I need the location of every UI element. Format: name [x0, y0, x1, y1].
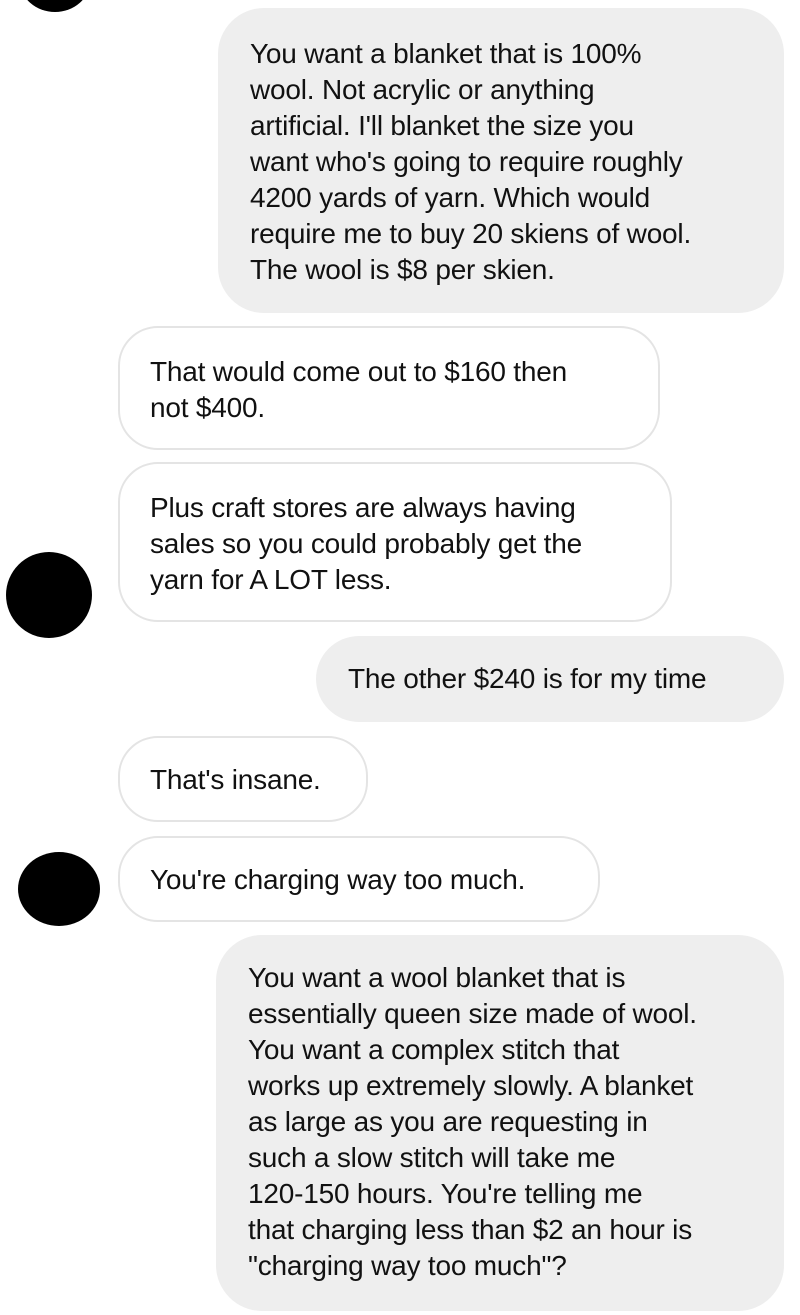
message-line: as large as you are requesting in	[248, 1106, 648, 1137]
message-line: "charging way too much"?	[248, 1250, 567, 1281]
message-line: yarn for A LOT less.	[150, 564, 392, 595]
message-line: You want a blanket that is 100%	[250, 38, 642, 69]
avatar-redacted-top	[20, 0, 90, 12]
message-incoming[interactable]: That's insane.	[118, 736, 368, 822]
message-line: essentially queen size made of wool.	[248, 998, 697, 1029]
message-line: That's insane.	[150, 764, 321, 795]
message-incoming[interactable]: You're charging way too much.	[118, 836, 600, 922]
message-line: that charging less than $2 an hour is	[248, 1214, 693, 1245]
message-line: require me to buy 20 skiens of wool.	[250, 218, 692, 249]
message-incoming[interactable]: Plus craft stores are always having sale…	[118, 462, 672, 622]
message-line: The wool is $8 per skien.	[250, 254, 555, 285]
message-line: not $400.	[150, 392, 265, 423]
message-outgoing[interactable]: You want a wool blanket that is essentia…	[216, 935, 784, 1311]
message-line: works up extremely slowly. A blanket	[248, 1070, 694, 1101]
avatar-redacted-bottom	[18, 852, 100, 926]
message-line: sales so you could probably get the	[150, 528, 582, 559]
message-line: wool. Not acrylic or anything	[250, 74, 595, 105]
message-line: That would come out to $160 then	[150, 356, 567, 387]
message-outgoing[interactable]: You want a blanket that is 100% wool. No…	[218, 8, 784, 313]
message-line: 120-150 hours. You're telling me	[248, 1178, 643, 1209]
message-line: You want a complex stitch that	[248, 1034, 620, 1065]
message-line: Plus craft stores are always having	[150, 492, 576, 523]
message-line: You want a wool blanket that is	[248, 962, 626, 993]
message-line: artificial. I'll blanket the size you	[250, 110, 634, 141]
avatar-redacted-middle	[6, 552, 92, 638]
message-line: The other $240 is for my time	[348, 663, 707, 694]
message-line: want who's going to require roughly	[250, 146, 683, 177]
message-incoming[interactable]: That would come out to $160 then not $40…	[118, 326, 660, 450]
message-line: You're charging way too much.	[150, 864, 526, 895]
message-outgoing[interactable]: The other $240 is for my time	[316, 636, 784, 722]
message-line: such a slow stitch will take me	[248, 1142, 616, 1173]
message-line: 4200 yards of yarn. Which would	[250, 182, 651, 213]
